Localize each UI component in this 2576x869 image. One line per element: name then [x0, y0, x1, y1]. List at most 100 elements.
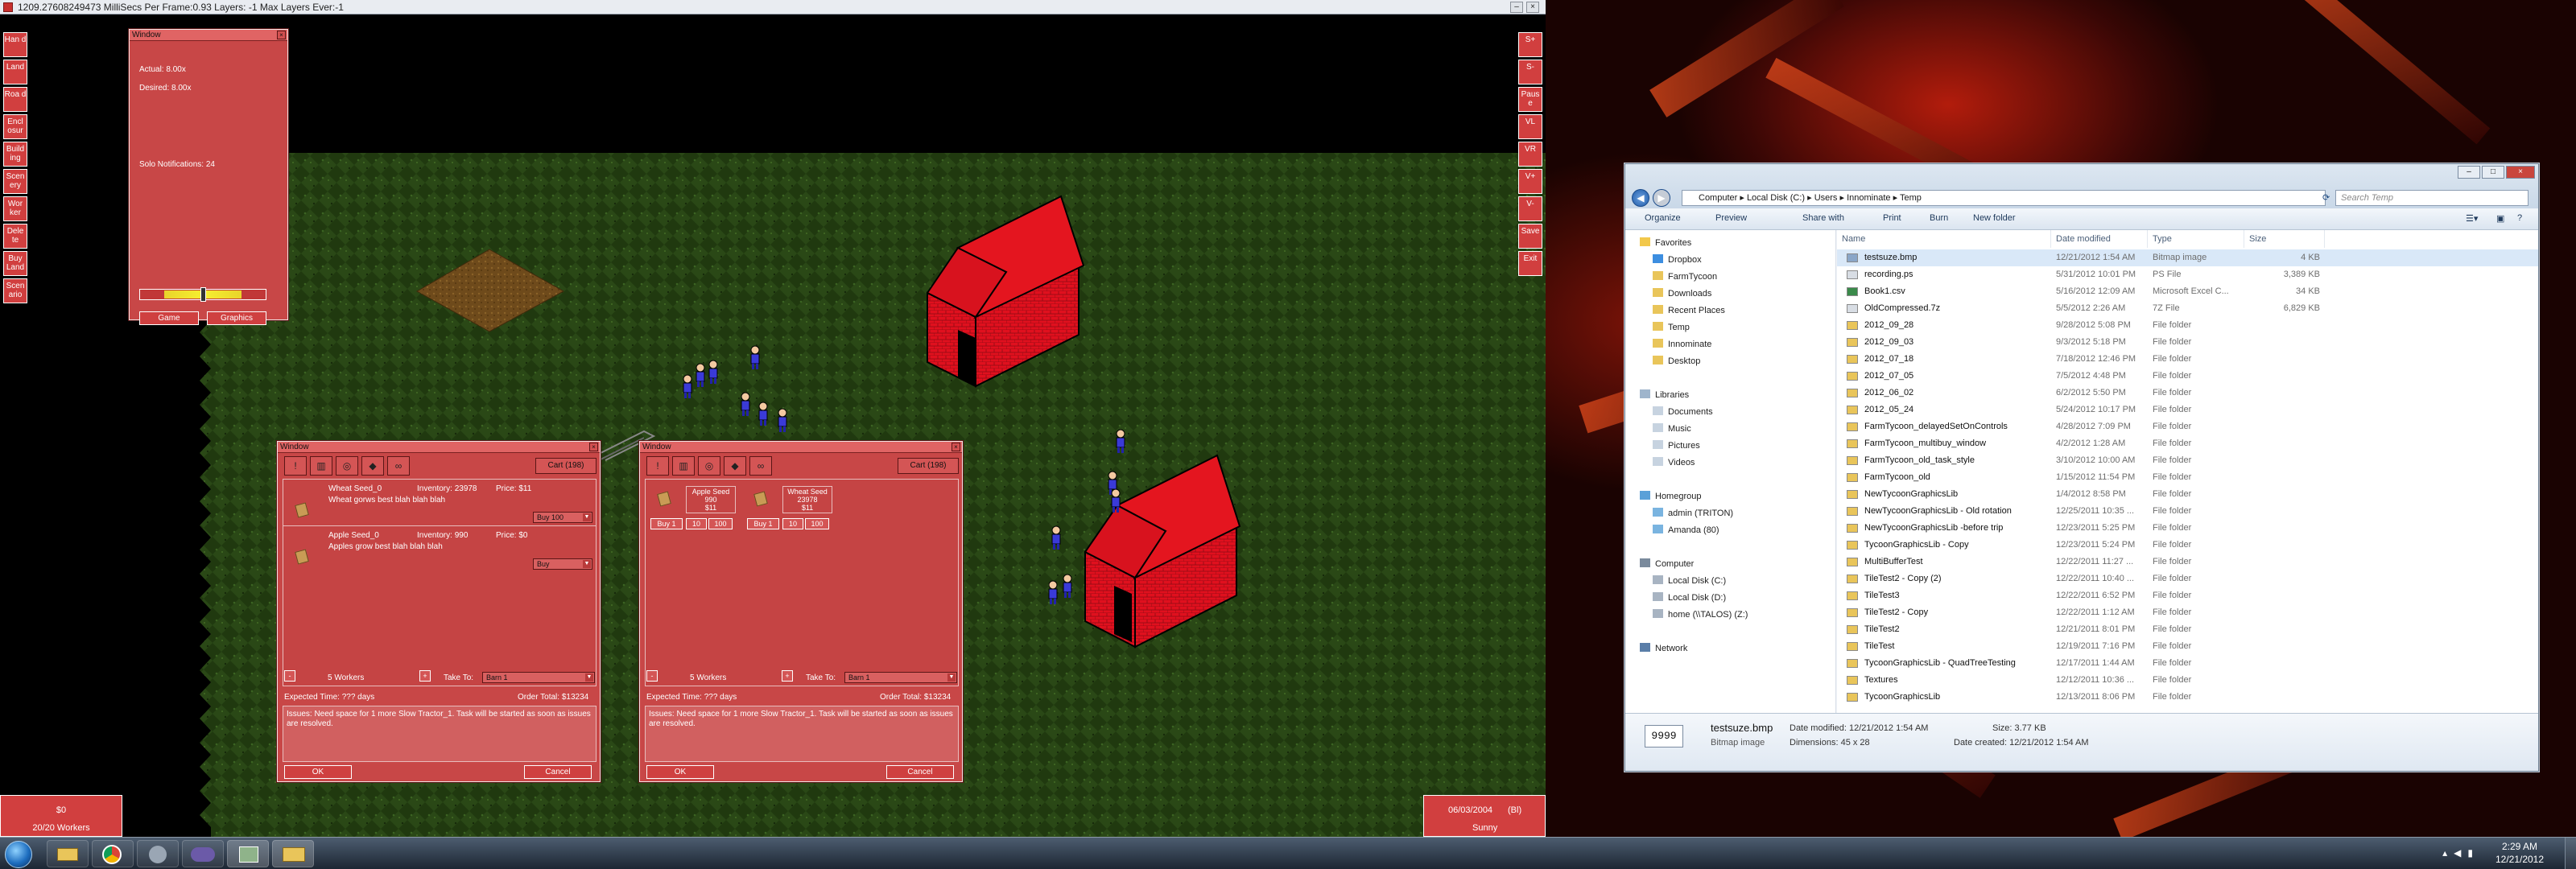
close-icon[interactable]: × — [952, 443, 960, 451]
destination-dropdown[interactable]: Barn 1 ▼ — [844, 672, 957, 683]
nav-item[interactable]: Local Disk (D:) — [1653, 591, 1726, 604]
workers-plus-button[interactable]: + — [419, 670, 431, 682]
right-tool-button[interactable]: V- — [1518, 196, 1542, 221]
left-tool-button[interactable]: Han d — [3, 32, 27, 57]
pig-icon[interactable]: ◆ — [724, 456, 746, 476]
minimize-button[interactable]: – — [1510, 2, 1523, 13]
nav-item[interactable]: FarmTycoon — [1653, 270, 1717, 283]
left-tool-button[interactable]: Build ing — [3, 142, 27, 167]
file-row[interactable]: TycoonGraphicsLib - Copy 12/23/2011 5:24 … — [1837, 537, 2538, 554]
game-viewport[interactable]: Han d Land Roa d Encl osur Build ing Scen ery… — [0, 14, 1546, 853]
organize-button[interactable]: Organize — [1645, 213, 1681, 223]
show-desktop-button[interactable] — [2565, 838, 2576, 869]
file-row[interactable]: 2012_05_24 5/24/2012 10:17 PM File folder — [1837, 402, 2538, 418]
column-header-date[interactable]: Date modified — [2051, 230, 2148, 248]
nav-item[interactable]: admin (TRITON) — [1653, 507, 1733, 520]
buy-100-button[interactable]: 100 — [708, 518, 733, 529]
left-tool-button[interactable]: Dele te — [3, 224, 27, 249]
breadcrumb-item[interactable]: Local Disk (C:) — [1747, 193, 1805, 203]
left-tool-button[interactable]: Encl osur — [3, 114, 27, 139]
right-tool-button[interactable]: S- — [1518, 60, 1542, 84]
right-tool-button[interactable]: Paus e — [1518, 87, 1542, 112]
close-icon[interactable]: × — [589, 443, 598, 451]
file-row[interactable]: 2012_09_03 9/3/2012 5:18 PM File folder — [1837, 334, 2538, 351]
nav-item[interactable]: Temp — [1653, 321, 1690, 334]
file-row[interactable]: TileTest2 - Copy (2) 12/22/2011 10:40 ...… — [1837, 570, 2538, 587]
file-row[interactable]: 2012_07_18 7/18/2012 12:46 PM File folder — [1837, 351, 2538, 368]
cancel-button[interactable]: Cancel — [886, 765, 954, 779]
game-button[interactable]: Game — [139, 311, 199, 325]
file-row[interactable]: 2012_07_05 7/5/2012 4:48 PM File folder — [1837, 368, 2538, 385]
buy-dropdown[interactable]: Buy 100 ▼ — [533, 512, 592, 523]
nav-item[interactable]: Innominate — [1653, 338, 1711, 351]
breadcrumb-item[interactable]: Innominate — [1847, 193, 1890, 203]
left-tool-button[interactable]: Roa d — [3, 87, 27, 112]
nav-item[interactable]: Amanda (80) — [1653, 524, 1719, 537]
file-row[interactable]: NewTycoonGraphicsLib 1/4/2012 8:58 PM File… — [1837, 486, 2538, 503]
folder-taskbar-icon[interactable] — [272, 840, 314, 867]
barrel-icon[interactable]: ◎ — [698, 456, 720, 476]
alert-icon[interactable]: ! — [646, 456, 669, 476]
file-row[interactable]: recording.ps 5/31/2012 10:01 PM PS File 3,3… — [1837, 266, 2538, 283]
search-input[interactable]: Search Temp — [2335, 190, 2529, 206]
right-tool-button[interactable]: VR — [1518, 142, 1542, 167]
file-row[interactable]: 2012_09_28 9/28/2012 5:08 PM File folder — [1837, 317, 2538, 334]
column-header-name[interactable]: Name — [1837, 230, 2051, 248]
nav-item[interactable]: Documents — [1653, 406, 1713, 418]
ok-button[interactable]: OK — [646, 765, 714, 779]
glasses-icon[interactable]: ∞ — [387, 456, 410, 476]
preview-pane-icon[interactable]: ▣ — [2496, 213, 2504, 224]
file-row[interactable]: FarmTycoon_old_task_style 3/10/2012 10:00… — [1837, 452, 2538, 469]
new-folder-button[interactable]: New folder — [1973, 213, 2016, 223]
file-row[interactable]: MultiBufferTest 12/22/2011 11:27 ... File … — [1837, 554, 2538, 570]
file-row[interactable]: FarmTycoon_old 1/15/2012 11:54 PM File fol… — [1837, 469, 2538, 486]
left-tool-button[interactable]: Buy Land — [3, 251, 27, 276]
file-row[interactable]: OldCompressed.7z 5/5/2012 2:26 AM 7Z File 6… — [1837, 300, 2538, 317]
list-item[interactable]: Apple Seed_0 Inventory: 990 Price: $0 Ap… — [283, 526, 596, 573]
nav-group-libraries[interactable]: Libraries — [1640, 389, 1689, 402]
file-row[interactable]: TileTest 12/19/2011 7:16 PM File folder — [1837, 638, 2538, 655]
right-tool-button[interactable]: Save — [1518, 224, 1542, 249]
product-card[interactable]: Apple Seed 990 $11 Buy 1 10 100 — [650, 484, 739, 534]
nav-group-computer[interactable]: Computer — [1640, 558, 1694, 570]
window-titlebar[interactable]: Window — [130, 30, 287, 41]
address-bar[interactable]: Computer ▸ Local Disk (C:) ▸ Users ▸ Inn… — [1682, 190, 2326, 206]
visual-studio-taskbar-icon[interactable] — [182, 840, 224, 867]
file-row[interactable]: TileTest3 12/22/2011 6:52 PM File folder — [1837, 587, 2538, 604]
window-titlebar[interactable]: Window — [640, 442, 962, 453]
preview-button[interactable]: Preview — [1715, 213, 1747, 223]
nav-item[interactable]: Videos — [1653, 456, 1695, 469]
close-icon[interactable]: × — [277, 31, 286, 39]
nav-item[interactable]: home (\\TALOS) (Z:) — [1653, 608, 1748, 621]
right-tool-button[interactable]: V+ — [1518, 169, 1542, 194]
file-row[interactable]: TycoonGraphicsLib 12/13/2011 8:06 PM File … — [1837, 689, 2538, 706]
right-tool-button[interactable]: VL — [1518, 114, 1542, 139]
game-taskbar-icon[interactable] — [227, 840, 269, 867]
file-row[interactable]: NewTycoonGraphicsLib - Old rotation 12/25… — [1837, 503, 2538, 520]
close-button[interactable]: × — [2506, 166, 2535, 179]
barrel-icon[interactable]: ◎ — [336, 456, 358, 476]
window-titlebar[interactable]: Window — [278, 442, 600, 453]
buy-dropdown[interactable]: Buy ▼ — [533, 558, 592, 570]
help-icon[interactable]: ? — [2517, 213, 2522, 223]
refresh-icon[interactable]: ⟳ — [2322, 190, 2335, 206]
file-row[interactable]: NewTycoonGraphicsLib -before trip 12/23/2… — [1837, 520, 2538, 537]
list-item[interactable]: Wheat Seed_0 Inventory: 23978 Price: $11… — [283, 480, 596, 526]
destination-dropdown[interactable]: Barn 1 ▼ — [482, 672, 595, 683]
alert-icon[interactable]: ! — [284, 456, 307, 476]
left-tool-button[interactable]: Land — [3, 60, 27, 84]
seed-bag-icon[interactable]: ▥ — [310, 456, 332, 476]
right-tool-button[interactable]: Exit — [1518, 251, 1542, 276]
start-button[interactable] — [5, 841, 32, 868]
nav-item[interactable]: Dropbox — [1653, 253, 1702, 266]
seed-bag-icon[interactable]: ▥ — [672, 456, 695, 476]
left-tool-button[interactable]: Scen ery — [3, 169, 27, 194]
left-tool-button[interactable]: Scen ario — [3, 278, 27, 303]
file-row[interactable]: FarmTycoon_multibuy_window 4/2/2012 1:28 … — [1837, 435, 2538, 452]
left-tool-button[interactable]: Wor ker — [3, 196, 27, 221]
file-row[interactable]: Book1.csv 5/16/2012 12:09 AM Microsoft Exc… — [1837, 283, 2538, 300]
breadcrumb-item[interactable]: Users — [1814, 193, 1838, 203]
file-row[interactable]: Textures 12/12/2011 10:36 ... File folder — [1837, 672, 2538, 689]
workers-minus-button[interactable]: - — [284, 670, 295, 682]
burn-button[interactable]: Burn — [1930, 213, 1948, 223]
